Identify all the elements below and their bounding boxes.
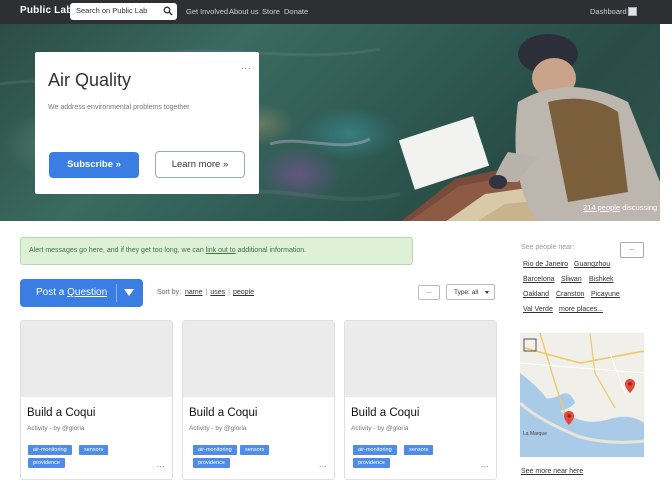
alert-text-after: additional information.: [235, 247, 307, 254]
city-link[interactable]: Val Verde: [523, 306, 553, 313]
map-label: La Marque: [523, 431, 547, 437]
nav-get-involved[interactable]: Get Involved: [186, 7, 228, 16]
card-title[interactable]: Build a Coqui: [189, 407, 257, 419]
nav-donate[interactable]: Donate: [284, 7, 308, 16]
card-menu-icon[interactable]: ...: [319, 460, 327, 469]
subscribe-button[interactable]: Subscribe »: [49, 152, 139, 178]
card-title[interactable]: Build a Coqui: [27, 407, 95, 419]
card-meta: Activity - by @gloria: [351, 425, 409, 432]
user-avatar[interactable]: [628, 7, 637, 16]
card-image: [345, 321, 496, 397]
card-meta: Activity - by @gloria: [27, 425, 85, 432]
post-question-button[interactable]: Post a Question: [20, 279, 143, 307]
caret-down-icon[interactable]: [124, 289, 134, 296]
card-menu-icon[interactable]: ...: [157, 460, 165, 469]
see-more-near-link[interactable]: See more near here: [521, 468, 583, 475]
tag-providence[interactable]: providence: [193, 458, 230, 468]
tag-sensors[interactable]: sensors: [79, 445, 109, 455]
search-input[interactable]: Search on Public Lab: [70, 3, 177, 20]
post-type-link: Question: [67, 287, 108, 298]
map-marker-icon[interactable]: [564, 411, 574, 425]
tag-air-monitoring[interactable]: air-monitoring: [28, 445, 72, 455]
type-filter-dropdown[interactable]: Type: all: [446, 284, 495, 300]
card-menu-icon[interactable]: ...: [481, 460, 489, 469]
more-places-link[interactable]: more places...: [559, 306, 603, 313]
alert-text-before: Alert messages go here, and if they get …: [29, 247, 206, 254]
map-marker-icon[interactable]: [625, 379, 635, 393]
tag-providence[interactable]: providence: [28, 458, 65, 468]
tag-air-monitoring[interactable]: air-monitoring: [353, 445, 397, 455]
sort-by-uses[interactable]: uses: [210, 289, 225, 296]
nav-store[interactable]: Store: [262, 7, 280, 16]
city-link[interactable]: Sliwan: [561, 276, 582, 283]
post-divider: [116, 284, 117, 302]
page-subtitle: We address environmental problems togeth…: [48, 104, 190, 111]
activity-card[interactable]: Build a Coqui Activity - by @gloria air-…: [182, 320, 335, 480]
card-meta: Activity - by @gloria: [189, 425, 247, 432]
type-filter-label: Type: all: [454, 289, 479, 296]
people-map[interactable]: La Marque: [520, 333, 644, 457]
search-placeholder: Search on Public Lab: [76, 6, 148, 15]
card-title[interactable]: Build a Coqui: [351, 407, 419, 419]
sort-by-name[interactable]: name: [185, 289, 203, 296]
more-filters-button[interactable]: ...: [418, 285, 440, 300]
activity-card[interactable]: Build a Coqui Activity - by @gloria air-…: [344, 320, 497, 480]
post-question-label: Post a Question: [36, 287, 107, 298]
tag-sensors[interactable]: sensors: [240, 445, 270, 455]
tag-providence[interactable]: providence: [353, 458, 390, 468]
city-link[interactable]: Guangzhou: [574, 261, 610, 268]
post-prefix: Post a: [36, 287, 68, 298]
city-link[interactable]: Barcelona: [523, 276, 555, 283]
city-link[interactable]: Bishkek: [589, 276, 614, 283]
near-options-button[interactable]: ...: [620, 242, 644, 258]
city-link[interactable]: Rio de Janeiro: [523, 261, 568, 268]
tag-sensors[interactable]: sensors: [404, 445, 434, 455]
chevron-down-icon: [485, 291, 489, 294]
alert-link[interactable]: link out to: [206, 247, 236, 254]
top-navbar: Public Lab Search on Public Lab Get Invo…: [0, 0, 672, 24]
sort-label: Sort by:: [157, 289, 182, 296]
tag-air-monitoring[interactable]: air-monitoring: [193, 445, 237, 455]
city-link[interactable]: Cranston: [556, 291, 584, 298]
sort-controls: Sort by: name | uses | people: [157, 289, 255, 296]
sort-by-people[interactable]: people: [233, 289, 254, 296]
nav-dashboard[interactable]: Dashboard: [590, 7, 627, 16]
card-image: [21, 321, 172, 397]
hero-banner: ... Air Quality We address environmental…: [0, 24, 660, 221]
city-link[interactable]: Picayune: [591, 291, 620, 298]
nav-about-us[interactable]: About us: [229, 7, 259, 16]
see-people-near-label: See people near:: [521, 244, 575, 251]
alert-text: Alert messages go here, and if they get …: [29, 247, 306, 254]
card-image: [183, 321, 334, 397]
hero-card: ... Air Quality We address environmental…: [35, 52, 259, 194]
alert-message: Alert messages go here, and if they get …: [20, 237, 413, 265]
city-link[interactable]: Oakland: [523, 291, 549, 298]
people-count-link[interactable]: 214 people: [583, 203, 620, 212]
people-discussing: 214 people discussing: [583, 203, 657, 212]
brand-logo[interactable]: Public Lab: [20, 5, 73, 16]
hero-menu-icon[interactable]: ...: [241, 61, 252, 71]
discussing-label: discussing: [620, 203, 658, 212]
map-graphic: [520, 333, 644, 457]
learn-more-button[interactable]: Learn more »: [155, 151, 245, 178]
activity-card[interactable]: Build a Coqui Activity - by @gloria air-…: [20, 320, 173, 480]
search-icon[interactable]: [163, 6, 173, 16]
page-title: Air Quality: [48, 70, 132, 90]
researcher-photo: [489, 34, 660, 221]
